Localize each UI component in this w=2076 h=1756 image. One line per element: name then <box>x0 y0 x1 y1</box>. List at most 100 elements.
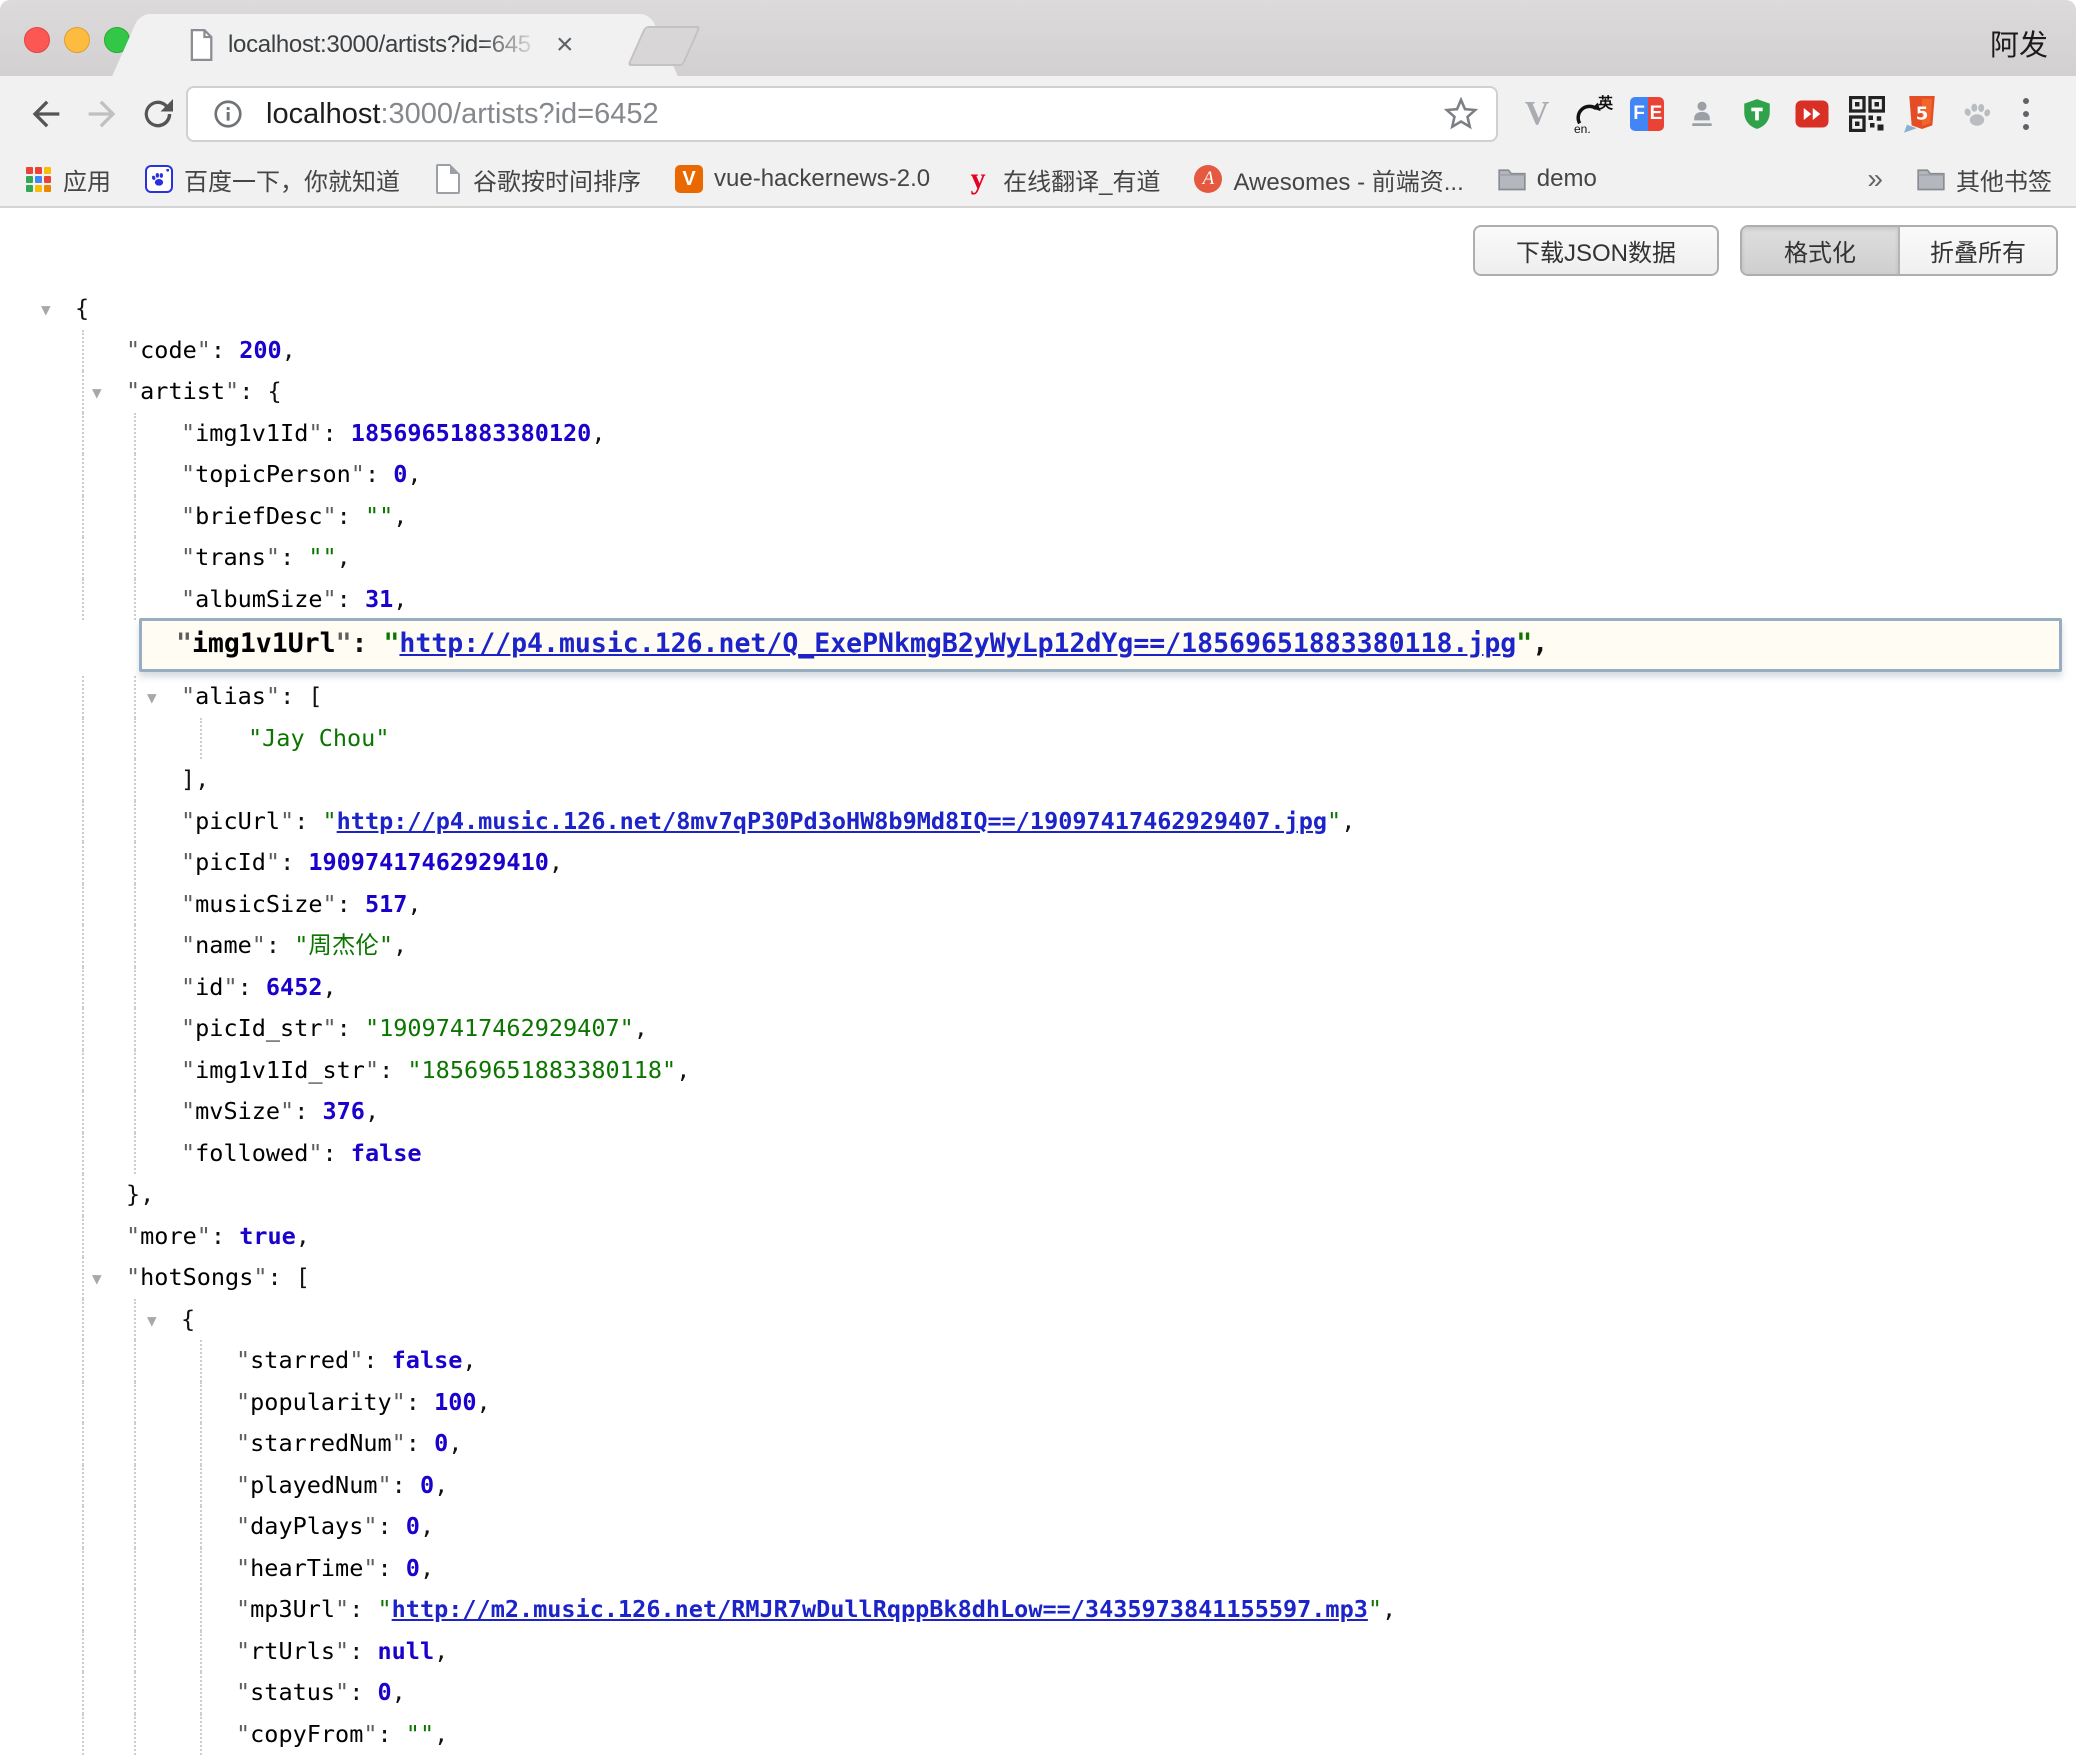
vue-devtools-icon[interactable]: V <box>1518 94 1556 134</box>
indent-guide <box>82 1174 84 1216</box>
json-line: "code": 200, <box>0 330 2076 372</box>
vue-icon: V <box>675 165 703 193</box>
indent-guide <box>134 1423 136 1465</box>
tab-strip: localhost:3000/artists?id=645 × 阿发 <box>0 0 2076 76</box>
indent-guide <box>134 413 136 455</box>
bookmark-item[interactable]: y在线翻译_有道 <box>964 162 1160 197</box>
back-button[interactable] <box>26 94 66 134</box>
json-line: "picId": 19097417462929410, <box>0 842 2076 884</box>
bookmark-item[interactable]: 应用 <box>24 162 111 197</box>
json-quote: " <box>126 1222 140 1250</box>
json-quote: " <box>181 931 195 959</box>
json-quote: " <box>126 1263 140 1291</box>
json-line: "popularity": 100, <box>0 1382 2076 1424</box>
indent-guide <box>82 1589 84 1631</box>
bookmarks-overflow-chevron[interactable]: » <box>1867 163 1883 195</box>
json-value-bool: false <box>351 1139 422 1167</box>
profile-name[interactable]: 阿发 <box>1990 22 2048 64</box>
indent-guide <box>134 579 136 621</box>
bookmark-star-icon[interactable] <box>1444 97 1478 131</box>
collapse-arrow-icon[interactable]: ▼ <box>147 677 157 719</box>
json-line: ▼"artist": { <box>0 371 2076 413</box>
tab-close-icon[interactable]: × <box>556 30 574 60</box>
indent-guide <box>200 1589 202 1631</box>
collapse-all-button[interactable]: 折叠所有 <box>1898 227 2056 274</box>
json-colon: : <box>294 807 322 835</box>
json-value-bool: true <box>239 1222 296 1250</box>
url-text[interactable]: localhost:3000/artists?id=6452 <box>266 98 1444 131</box>
json-value-bool: false <box>392 1346 463 1374</box>
collapse-arrow-icon[interactable]: ▼ <box>41 289 51 331</box>
bookmark-item[interactable]: demo <box>1498 165 1597 193</box>
collapse-arrow-icon[interactable]: ▼ <box>92 372 102 414</box>
person-tool-icon[interactable] <box>1683 94 1721 134</box>
json-value-num: 0 <box>393 460 407 488</box>
indent-guide <box>134 1382 136 1424</box>
json-key: playedNum <box>250 1471 377 1499</box>
json-key: picId <box>195 848 266 876</box>
indent-guide <box>134 842 136 884</box>
json-line: ▼"hotSongs": [ <box>0 1257 2076 1299</box>
json-link[interactable]: http://p4.music.126.net/8mv7qP30Pd3oHW8b… <box>337 807 1327 835</box>
json-viewer-page: 下载JSON数据 格式化 折叠所有 ▼{ "code": 200,▼"artist… <box>0 208 2076 1756</box>
fe-tool-icon[interactable]: FE <box>1628 94 1666 134</box>
other-bookmarks-folder[interactable]: 其他书签 <box>1917 162 2052 197</box>
bookmark-item[interactable]: AAwesomes - 前端资... <box>1194 162 1463 197</box>
json-colon: : <box>378 1720 406 1748</box>
collapse-arrow-icon[interactable]: ▼ <box>147 1300 157 1342</box>
json-link[interactable]: http://m2.music.126.net/RMJR7wDullRqppBk… <box>392 1595 1368 1623</box>
indent-guide <box>134 1340 136 1382</box>
json-line: "starred": false, <box>0 1340 2076 1382</box>
paw-tool-icon[interactable] <box>1958 94 1996 134</box>
json-comma: , <box>365 1097 379 1125</box>
json-quote: " <box>323 585 337 613</box>
json-quote: " <box>363 1554 377 1582</box>
qrcode-tool-icon[interactable] <box>1848 94 1886 134</box>
translator-icon[interactable]: 英en. <box>1573 94 1611 134</box>
json-key: topicPerson <box>195 460 351 488</box>
indent-guide <box>82 1714 84 1756</box>
shield-tool-icon[interactable] <box>1738 94 1776 134</box>
json-line: ▼{ <box>0 1299 2076 1341</box>
address-bar[interactable]: localhost:3000/artists?id=6452 <box>186 86 1498 142</box>
json-quote: " <box>176 628 192 659</box>
json-quote: " <box>1368 1595 1382 1623</box>
browser-tab[interactable]: localhost:3000/artists?id=645 × <box>150 14 640 76</box>
bookmark-item[interactable]: 百度一下，你就知道 <box>145 162 400 197</box>
format-button[interactable]: 格式化 <box>1742 227 1898 274</box>
json-colon: : <box>323 419 351 447</box>
youdao-icon: y <box>964 165 992 193</box>
json-colon: : <box>406 1388 434 1416</box>
json-key: briefDesc <box>195 502 322 530</box>
json-quote: " <box>236 1429 250 1457</box>
browser-menu-icon[interactable] <box>2013 98 2039 130</box>
json-line: "img1v1Url": "http://p4.music.126.net/Q_… <box>139 618 2062 672</box>
bookmark-label: 百度一下，你就知道 <box>184 162 400 197</box>
json-quote: " <box>335 1678 349 1706</box>
collapse-arrow-icon[interactable]: ▼ <box>92 1258 102 1300</box>
indent-guide <box>82 884 84 926</box>
indent-guide <box>200 1423 202 1465</box>
indent-guide <box>134 537 136 579</box>
video-tool-icon[interactable] <box>1793 94 1831 134</box>
json-colon: : <box>266 931 294 959</box>
download-json-button[interactable]: 下载JSON数据 <box>1473 225 1719 276</box>
json-comma: , <box>393 931 407 959</box>
json-key: starred <box>250 1346 349 1374</box>
window-close-button[interactable] <box>24 27 50 53</box>
json-line: "Jay Chou" <box>0 718 2076 760</box>
baidu-paw-icon <box>145 165 173 193</box>
bookmark-item[interactable]: Vvue-hackernews-2.0 <box>675 165 930 193</box>
indent-guide <box>134 1548 136 1590</box>
forward-button[interactable] <box>82 94 122 134</box>
page-info-icon[interactable] <box>212 98 244 130</box>
indent-guide <box>134 801 136 843</box>
json-colon: : <box>280 682 308 710</box>
window-minimize-button[interactable] <box>64 27 90 53</box>
reload-button[interactable] <box>138 94 178 134</box>
json-link[interactable]: http://p4.music.126.net/Q_ExePNkmgB2yWyL… <box>399 628 1516 659</box>
indent-guide <box>134 496 136 538</box>
json-key: hearTime <box>250 1554 363 1582</box>
bookmark-item[interactable]: 谷歌按时间排序 <box>434 162 641 197</box>
html5-tool-icon[interactable]: 5 <box>1903 94 1941 134</box>
